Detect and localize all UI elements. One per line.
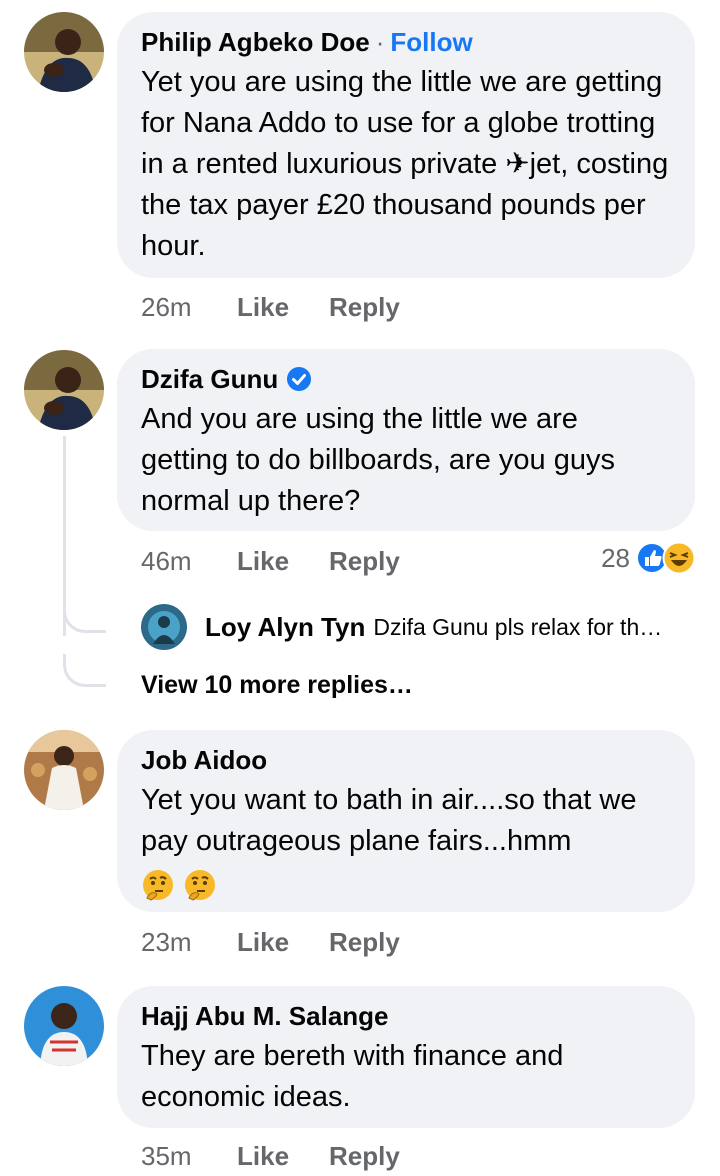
comment-text-body: Yet you want to bath in air....so that w… (141, 784, 637, 857)
comment-actions: 26m Like Reply (141, 292, 400, 323)
avatar[interactable] (24, 12, 104, 92)
comment-actions: 35m Like Reply (141, 1141, 400, 1172)
comment-text: And you are using the little we are gett… (141, 403, 615, 517)
reply-button[interactable]: Reply (329, 292, 400, 323)
reply-button[interactable]: Reply (329, 1141, 400, 1172)
comment-bubble: Job Aidoo Yet you want to bath in air...… (117, 730, 695, 912)
separator-dot: · (375, 27, 385, 57)
like-button[interactable]: Like (237, 927, 329, 958)
avatar[interactable] (24, 986, 104, 1066)
comment-text: Yet you want to bath in air....so that w… (141, 780, 671, 904)
comment-time[interactable]: 46m (141, 546, 237, 577)
comment-time[interactable]: 23m (141, 927, 237, 958)
reply-preview[interactable]: Loy Alyn Tyn Dzifa Gunu pls relax for th… (141, 604, 689, 650)
comment-bubble: Dzifa Gunu And you are using the little … (117, 349, 695, 531)
reply-button[interactable]: Reply (329, 546, 400, 577)
avatar[interactable] (24, 350, 104, 430)
thread-connector (63, 654, 106, 687)
reply-avatar[interactable] (141, 604, 187, 650)
thinking-face-icon (143, 870, 173, 901)
comment-actions: 23m Like Reply (141, 927, 400, 958)
comment-time[interactable]: 35m (141, 1141, 237, 1172)
like-button[interactable]: Like (237, 292, 329, 323)
reaction-summary[interactable]: 28 (601, 541, 696, 575)
view-more-replies[interactable]: View 10 more replies… (141, 671, 413, 700)
comment-author[interactable]: Dzifa Gunu (141, 363, 278, 395)
comment-author[interactable]: Job Aidoo (141, 744, 267, 776)
reply-button[interactable]: Reply (329, 927, 400, 958)
comment-author[interactable]: Hajj Abu M. Salange (141, 1000, 389, 1032)
follow-button[interactable]: Follow (390, 26, 472, 58)
verified-badge-icon (287, 367, 312, 391)
avatar[interactable] (24, 730, 104, 810)
comment-bubble: Hajj Abu M. Salange They are bereth with… (117, 986, 695, 1128)
reaction-count: 28 (601, 542, 630, 573)
comment-time[interactable]: 26m (141, 292, 237, 323)
comment-bubble: Philip Agbeko Doe · Follow Yet you are u… (117, 12, 695, 278)
reply-author[interactable]: Loy Alyn Tyn (205, 612, 365, 643)
thinking-face-icon (185, 870, 216, 901)
comment-author[interactable]: Philip Agbeko Doe (141, 26, 370, 58)
comment-actions: 46m Like Reply (141, 546, 400, 577)
thread-connector (63, 600, 106, 633)
reply-text: Dzifa Gunu pls relax for th… (373, 613, 663, 640)
comment-text: Yet you are using the little we are gett… (141, 66, 669, 262)
like-button[interactable]: Like (237, 1141, 329, 1172)
like-button[interactable]: Like (237, 546, 329, 577)
comment-text: They are bereth with finance and economi… (141, 1040, 564, 1113)
laugh-reaction-icon (662, 541, 696, 575)
